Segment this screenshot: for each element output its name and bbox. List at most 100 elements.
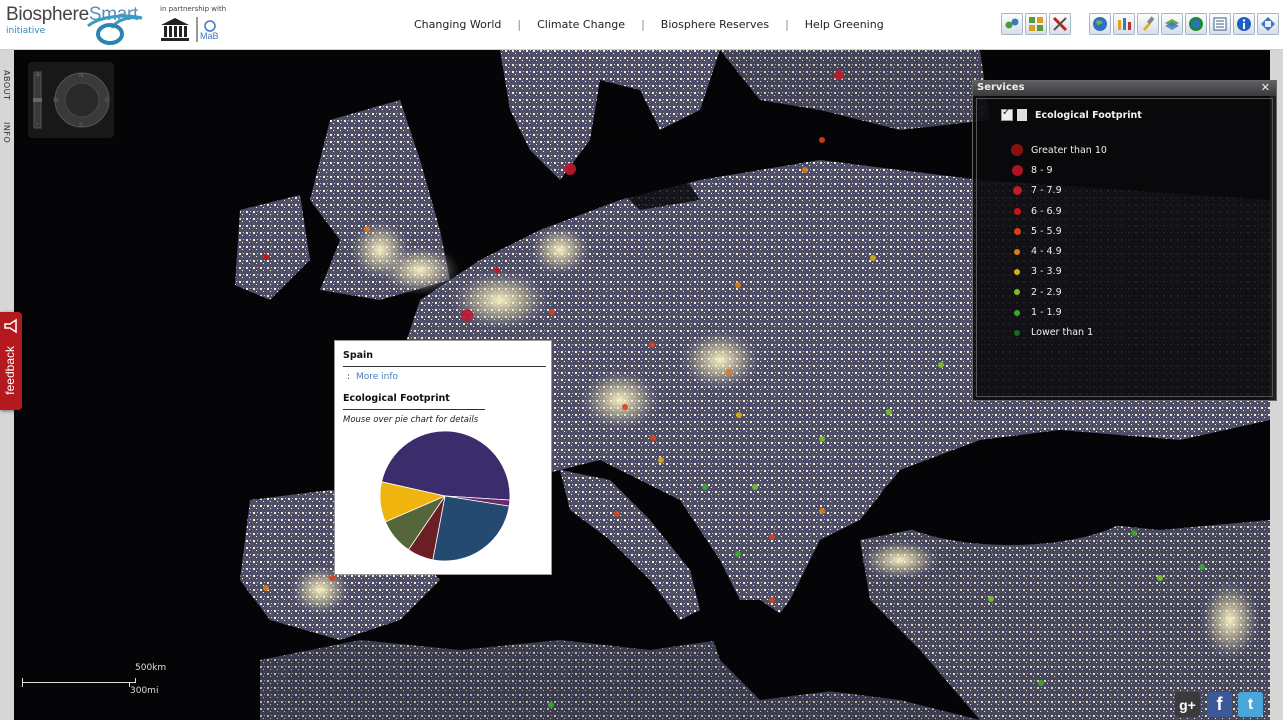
footprint-marker[interactable] [769,597,775,603]
share-icon [1005,18,1019,29]
legend-dot-icon [1011,307,1023,319]
legend-dot-icon [1011,286,1023,298]
info-tab[interactable]: INFO [2,122,11,143]
list-icon [1213,17,1227,31]
footprint-marker[interactable] [736,412,742,418]
footprint-marker[interactable] [564,163,576,175]
footprint-marker[interactable] [834,70,844,80]
footprint-marker[interactable] [702,484,708,490]
info-icon [1237,17,1251,31]
footprint-marker[interactable] [726,369,732,375]
header-bar: BiosphereSmart initiative in partnership… [0,0,1283,50]
close-icon[interactable]: ✕ [1261,81,1270,94]
legend-label: 8 - 9 [1031,164,1053,176]
footprint-marker[interactable] [263,254,269,260]
feedback-label: feedback [3,346,17,395]
google-plus-icon: g+ [1179,696,1196,713]
share-button[interactable] [1001,13,1023,35]
footprint-marker[interactable] [1131,530,1137,536]
legend-dot-icon [1011,185,1023,197]
pan-zoom-control[interactable]: N S W E + - [28,62,114,138]
brush-button[interactable] [1137,13,1159,35]
list-button[interactable] [1209,13,1231,35]
legend-item: 2 - 2.9 [1011,282,1107,302]
legend-label: Greater than 10 [1031,144,1107,156]
grid-layout-button[interactable] [1025,13,1047,35]
footprint-marker[interactable] [1038,680,1044,686]
legend-item: 3 - 3.9 [1011,262,1107,282]
svg-text:MaB: MaB [200,31,219,41]
footprint-marker[interactable] [1157,575,1163,581]
footprint-marker[interactable] [329,575,335,581]
google-plus-button[interactable]: g+ [1175,692,1200,717]
layers-icon [1165,19,1179,30]
twitter-button[interactable]: t [1238,692,1263,717]
pie-slice-2[interactable] [432,495,510,562]
legend-label: 7 - 7.9 [1031,185,1062,197]
tools-button[interactable] [1049,13,1071,35]
chart-button[interactable] [1113,13,1135,35]
layer-handle-icon[interactable] [1017,109,1027,121]
footprint-marker[interactable] [886,409,892,415]
map-scale-bar: 500km 300mi [22,663,182,703]
toolbar-left [1001,13,1071,35]
footprint-marker[interactable] [769,534,775,540]
footprint-marker[interactable] [614,511,620,517]
footprint-marker[interactable] [461,309,473,321]
legend-dot-icon [1011,225,1023,237]
footprint-marker[interactable] [988,596,994,602]
legend-item: 1 - 1.9 [1011,302,1107,322]
footprint-marker[interactable] [548,702,554,708]
footprint-marker[interactable] [819,137,825,143]
legend-dot-icon [1011,327,1023,339]
nav-help-greening[interactable]: Help Greening [789,18,900,31]
svg-text:+: + [35,71,41,79]
megaphone-icon [4,318,17,334]
footprint-marker[interactable] [649,342,655,348]
footprint-marker[interactable] [735,282,741,288]
legend-item: Greater than 10 [1011,140,1107,160]
legend-item: 5 - 5.9 [1011,221,1107,241]
facebook-icon: f [1216,694,1223,714]
footprint-marker[interactable] [802,167,808,173]
nav-biosphere-reserves[interactable]: Biosphere Reserves [645,18,785,31]
footprint-marker[interactable] [1199,564,1205,570]
more-info-link[interactable]: More info [356,372,398,382]
globe-button[interactable] [1089,13,1111,35]
popup-section-divider [343,409,485,410]
country-popup: Spain : More info Ecological Footprint M… [334,340,552,575]
footprint-marker[interactable] [819,436,825,442]
svg-text:W: W [53,97,59,104]
footprint-marker[interactable] [622,404,628,410]
info-button[interactable] [1233,13,1255,35]
services-panel: Services ✕ Ecological Footprint Greater … [972,80,1277,401]
nav-changing-world[interactable]: Changing World [398,18,517,31]
footprint-marker[interactable] [263,585,269,591]
nav-climate-change[interactable]: Climate Change [521,18,641,31]
legend-label: 6 - 6.9 [1031,205,1062,217]
facebook-button[interactable]: f [1207,692,1232,717]
legend-dot-icon [1011,246,1023,258]
footprint-marker[interactable] [870,255,876,261]
footprint-marker[interactable] [494,267,500,273]
footprint-marker[interactable] [364,226,370,232]
legend-item: 8 - 9 [1011,160,1107,180]
compass-icon: N S W E + - [33,71,110,129]
footprint-pie-chart[interactable] [379,430,511,562]
earth-button[interactable] [1185,13,1207,35]
footprint-marker[interactable] [938,362,944,368]
expand-button[interactable] [1257,13,1279,35]
footprint-marker[interactable] [752,484,758,490]
footprint-marker[interactable] [735,551,741,557]
services-panel-header[interactable]: Services ✕ [973,81,1276,96]
svg-text:S: S [79,122,83,129]
footprint-marker[interactable] [819,508,825,514]
legend-dot-icon [1011,164,1023,176]
footprint-marker[interactable] [650,435,656,441]
layers-button[interactable] [1161,13,1183,35]
feedback-tab[interactable]: feedback [0,312,22,410]
about-tab[interactable]: ABOUT [2,70,11,100]
footprint-marker[interactable] [658,457,664,463]
footprint-marker[interactable] [549,309,555,315]
layer-checkbox[interactable] [1001,107,1013,121]
